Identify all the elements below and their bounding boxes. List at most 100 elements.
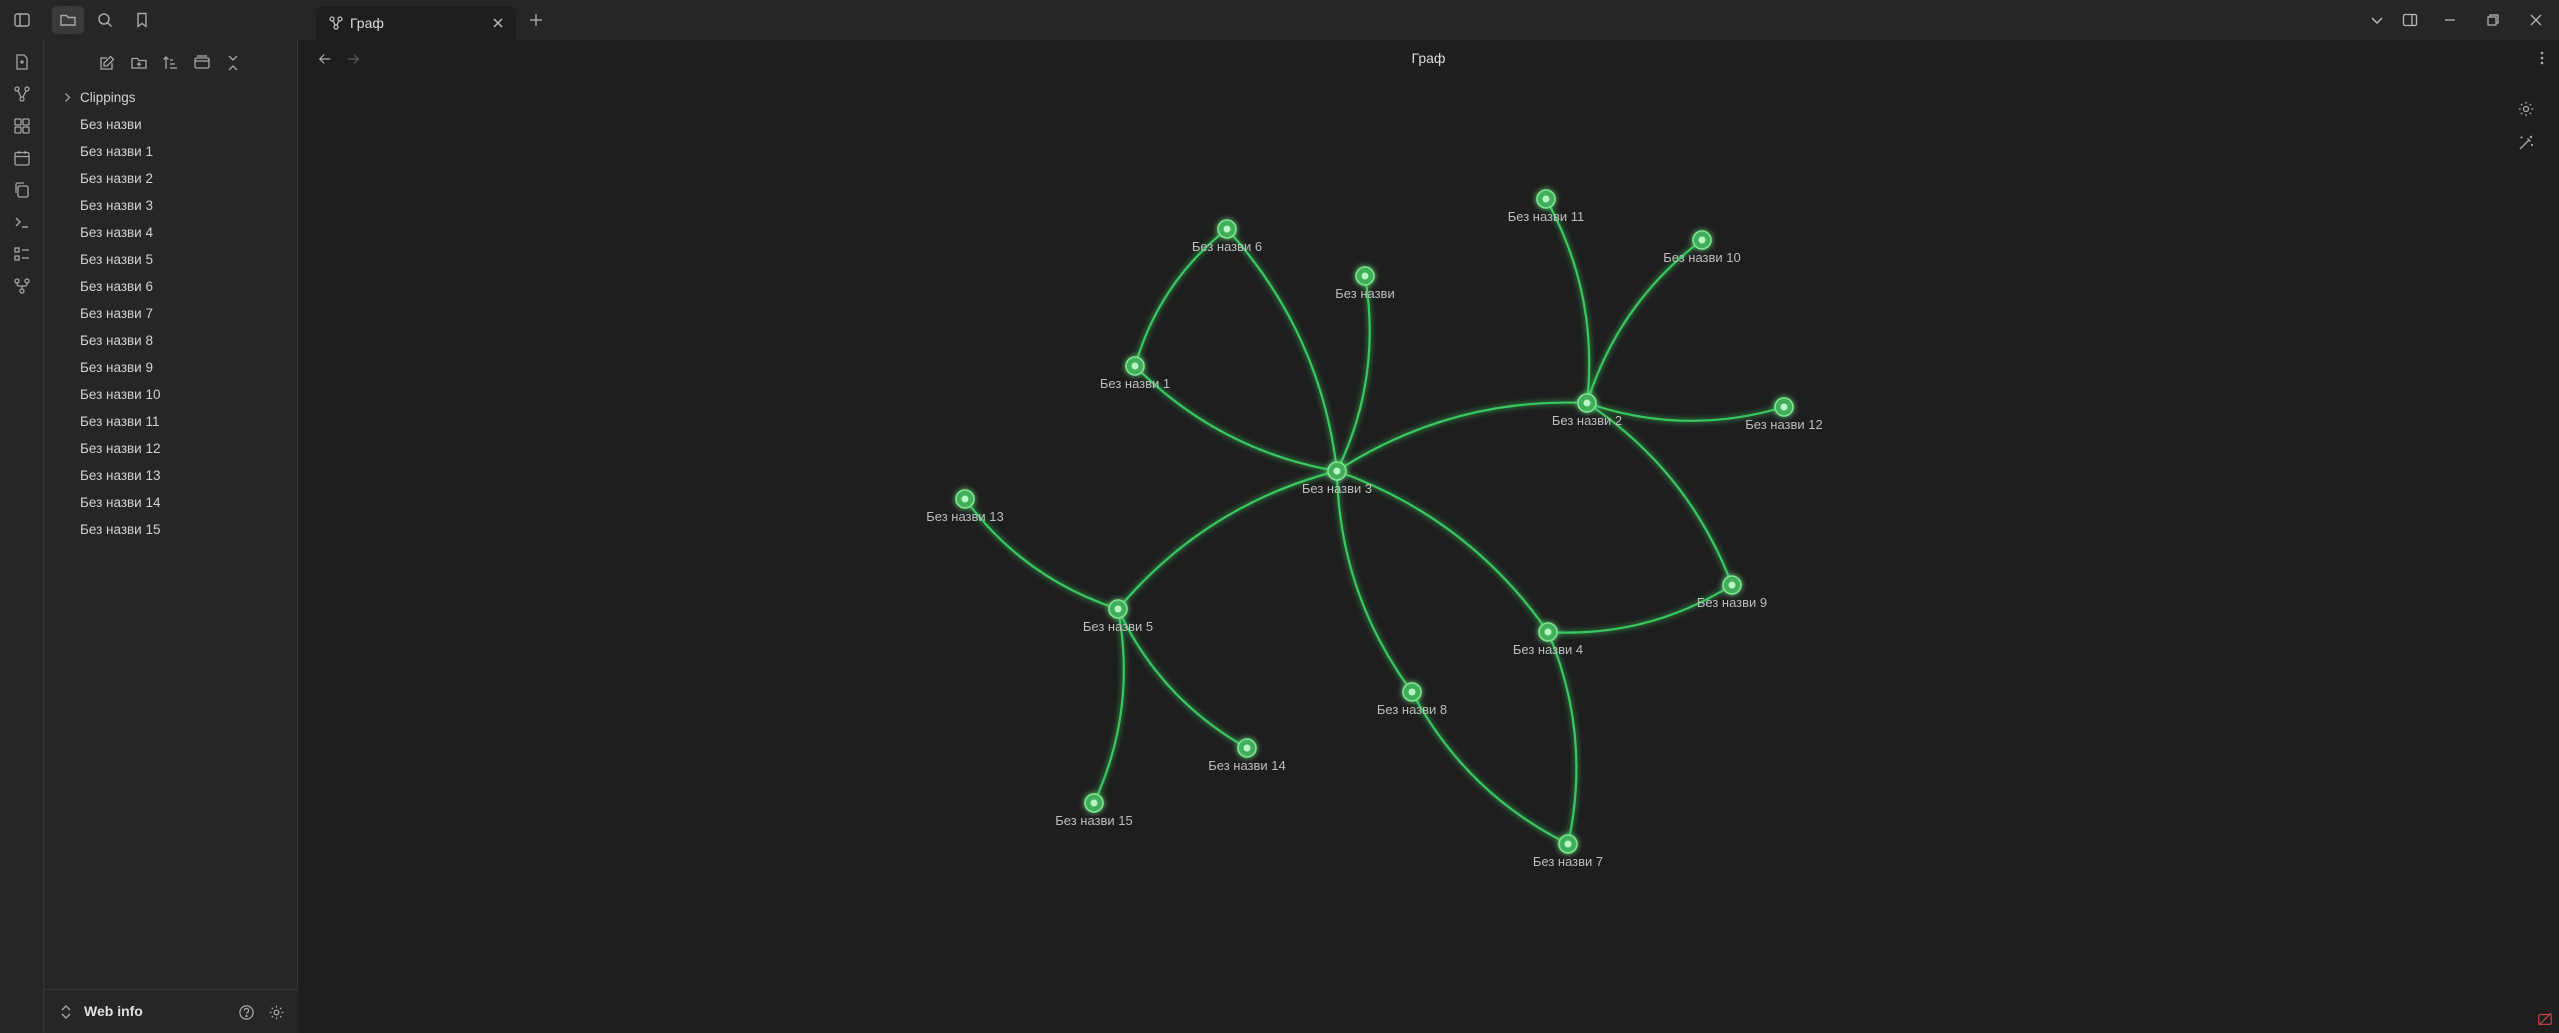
file-explorer: Clippings Без назви Без назви 1 Без назв… bbox=[44, 40, 298, 1033]
graph-node[interactable]: Без назви 4 bbox=[1513, 622, 1583, 657]
graph-edge bbox=[1093, 608, 1125, 804]
file-item[interactable]: Без назви 2 bbox=[44, 165, 298, 192]
file-item[interactable]: Без назви 6 bbox=[44, 273, 298, 300]
file-explorer-toolbar bbox=[44, 48, 298, 78]
graph-node-label: Без назви 15 bbox=[1055, 813, 1133, 828]
sync-off-icon[interactable] bbox=[2535, 1009, 2555, 1029]
file-label: Без назви 1 bbox=[80, 144, 153, 159]
calendar-icon[interactable] bbox=[10, 146, 34, 170]
toggle-sidebar-icon[interactable] bbox=[6, 6, 38, 34]
graph-node-core bbox=[1114, 605, 1122, 613]
collapse-all-icon[interactable] bbox=[220, 50, 246, 76]
tab-list-chevron-icon[interactable] bbox=[2360, 6, 2394, 34]
graph-node-label: Без назви 8 bbox=[1377, 702, 1447, 717]
file-item[interactable]: Без назви 10 bbox=[44, 381, 298, 408]
graph-node-core bbox=[961, 495, 969, 503]
graph-node[interactable]: Без назви 7 bbox=[1533, 834, 1603, 869]
graph-node-core bbox=[1243, 744, 1251, 752]
file-item[interactable]: Без назви bbox=[44, 111, 298, 138]
file-label: Без назви 6 bbox=[80, 279, 153, 294]
git-fork-icon[interactable] bbox=[10, 274, 34, 298]
search-icon[interactable] bbox=[89, 6, 121, 34]
file-label: Без назви 4 bbox=[80, 225, 153, 240]
list-checks-icon[interactable] bbox=[10, 242, 34, 266]
graph-icon bbox=[328, 15, 344, 31]
file-label: Без назви 5 bbox=[80, 252, 153, 267]
graph-node-core bbox=[1131, 362, 1139, 370]
folder-clippings[interactable]: Clippings bbox=[44, 84, 298, 111]
graph-node-label: Без назви 13 bbox=[926, 509, 1004, 524]
file-item[interactable]: Без назви 3 bbox=[44, 192, 298, 219]
auto-reveal-icon[interactable] bbox=[189, 50, 215, 76]
file-tree: Clippings Без назви Без назви 1 Без назв… bbox=[44, 84, 298, 543]
graph-edge bbox=[1335, 470, 1413, 693]
graph-node-label: Без назви 1 bbox=[1100, 376, 1170, 391]
graph-node[interactable]: Без назви bbox=[1335, 266, 1395, 301]
vault-name[interactable]: Web info bbox=[84, 1003, 143, 1019]
file-label: Без назви 3 bbox=[80, 198, 153, 213]
bookmark-icon[interactable] bbox=[126, 6, 158, 34]
files-folder-icon[interactable] bbox=[52, 6, 84, 34]
graph-node[interactable]: Без назви 14 bbox=[1208, 738, 1286, 773]
graph-node[interactable]: Без назви 11 bbox=[1508, 189, 1585, 224]
file-item[interactable]: Без назви 4 bbox=[44, 219, 298, 246]
graph-node[interactable]: Без назви 15 bbox=[1055, 793, 1133, 828]
file-label: Без назви 2 bbox=[80, 171, 153, 186]
restore-icon[interactable] bbox=[2476, 6, 2510, 34]
new-folder-icon[interactable] bbox=[126, 50, 152, 76]
tab-graph[interactable]: Граф bbox=[316, 6, 516, 40]
file-item[interactable]: Без назви 12 bbox=[44, 435, 298, 462]
graph-edge bbox=[1586, 402, 1734, 586]
graph-node[interactable]: Без назви 6 bbox=[1192, 219, 1262, 254]
graph-node-label: Без назви 12 bbox=[1745, 417, 1823, 432]
file-item[interactable]: Без назви 15 bbox=[44, 516, 298, 543]
graph-node[interactable]: Без назви 13 bbox=[926, 489, 1004, 524]
vault-profile[interactable]: Web info bbox=[44, 989, 298, 1033]
open-today-note-icon[interactable] bbox=[10, 50, 34, 74]
graph-settings-gear-icon[interactable] bbox=[2513, 96, 2539, 122]
close-tab-icon[interactable] bbox=[488, 13, 508, 33]
file-item[interactable]: Без назви 8 bbox=[44, 327, 298, 354]
minimize-icon[interactable] bbox=[2433, 6, 2467, 34]
graph-node-label: Без назви 3 bbox=[1302, 481, 1372, 496]
file-item[interactable]: Без назви 1 bbox=[44, 138, 298, 165]
file-label: Без назви 15 bbox=[80, 522, 161, 537]
file-item[interactable]: Без назви 14 bbox=[44, 489, 298, 516]
sort-order-icon[interactable] bbox=[157, 50, 183, 76]
graph-node-core bbox=[1408, 688, 1416, 696]
new-tab-icon[interactable] bbox=[524, 8, 548, 32]
graph-node[interactable]: Без назви 1 bbox=[1100, 356, 1170, 391]
file-label: Без назви 10 bbox=[80, 387, 161, 402]
graph-node[interactable]: Без назви 10 bbox=[1663, 230, 1741, 265]
graph-node-label: Без назви bbox=[1335, 286, 1394, 301]
view-title: Граф bbox=[1411, 50, 1446, 66]
canvas-icon[interactable] bbox=[10, 114, 34, 138]
vault-switcher-chevrons-icon[interactable] bbox=[58, 1003, 74, 1021]
file-item[interactable]: Без назви 5 bbox=[44, 246, 298, 273]
graph-node-label: Без назви 14 bbox=[1208, 758, 1286, 773]
file-label: Без назви bbox=[80, 117, 142, 132]
file-item[interactable]: Без назви 7 bbox=[44, 300, 298, 327]
file-item[interactable]: Без назви 11 bbox=[44, 408, 298, 435]
graph-svg[interactable]: Без назви Без назви 1 Без назви 2 Без назви… bbox=[298, 76, 2559, 1033]
toggle-right-sidebar-icon[interactable] bbox=[2393, 6, 2427, 34]
file-item[interactable]: Без назви 13 bbox=[44, 462, 298, 489]
templates-copy-icon[interactable] bbox=[10, 178, 34, 202]
more-options-icon[interactable] bbox=[2531, 47, 2553, 69]
graph-canvas[interactable]: Без назви Без назви 1 Без назви 2 Без назви… bbox=[298, 76, 2559, 1033]
terminal-icon[interactable] bbox=[10, 210, 34, 234]
help-icon[interactable] bbox=[236, 1002, 256, 1022]
animate-wand-icon[interactable] bbox=[2513, 130, 2539, 156]
graph-node[interactable]: Без назви 5 bbox=[1083, 599, 1153, 634]
graph-edge bbox=[1546, 631, 1578, 845]
file-item[interactable]: Без назви 9 bbox=[44, 354, 298, 381]
close-window-icon[interactable] bbox=[2519, 6, 2553, 34]
graph-node[interactable]: Без назви 8 bbox=[1377, 682, 1447, 717]
new-note-icon[interactable] bbox=[94, 50, 120, 76]
graph-node[interactable]: Без назви 9 bbox=[1697, 575, 1767, 610]
file-label: Без назви 9 bbox=[80, 360, 153, 375]
graph-view-icon[interactable] bbox=[10, 82, 34, 106]
graph-node-core bbox=[1780, 403, 1788, 411]
settings-gear-icon[interactable] bbox=[266, 1002, 286, 1022]
graph-edge bbox=[1226, 228, 1339, 472]
